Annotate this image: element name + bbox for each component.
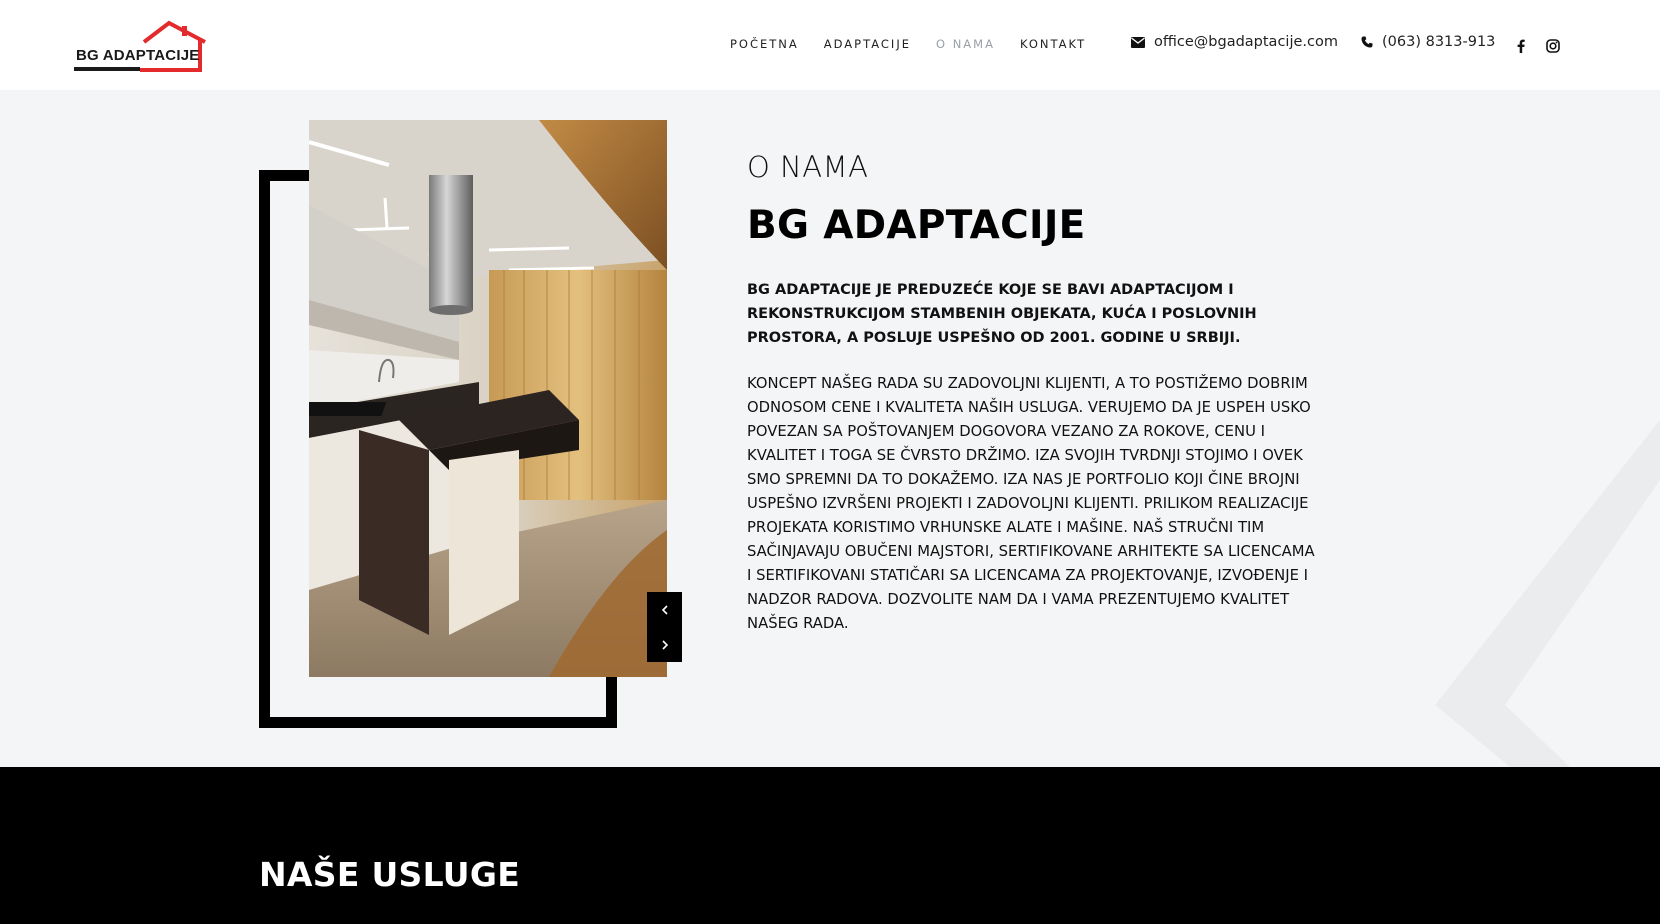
services-section: NAŠE USLUGE xyxy=(0,767,1660,924)
kitchen-photo xyxy=(309,120,667,677)
nav-item-o-nama[interactable]: O NAMA xyxy=(936,37,995,51)
envelope-icon xyxy=(1131,36,1145,48)
slider-next-button[interactable] xyxy=(647,627,682,662)
about-title: BG ADAPTACIJE xyxy=(747,203,1086,248)
nav-item-adaptacije[interactable]: ADAPTACIJE xyxy=(824,37,911,51)
email-link[interactable]: office@bgadaptacije.com xyxy=(1154,34,1338,50)
phone-contact[interactable]: (063) 8313-913 xyxy=(1361,34,1495,50)
instagram-icon[interactable] xyxy=(1546,38,1560,57)
about-body-text: KONCEPT NAŠEG RADA SU ZADOVOLJNI KLIJENT… xyxy=(747,375,1315,632)
nav-item-pocetna[interactable]: POČETNA xyxy=(730,37,799,51)
about-section: O NAMA BG ADAPTACIJE BG ADAPTACIJE JE PR… xyxy=(0,90,1660,767)
chevron-left-icon xyxy=(661,604,668,615)
main-nav: POČETNA ADAPTACIJE O NAMA KONTAKT xyxy=(730,37,1111,51)
about-subtitle: O NAMA xyxy=(747,150,869,184)
phone-number[interactable]: (063) 8313-913 xyxy=(1382,34,1495,50)
nav-item-kontakt[interactable]: KONTAKT xyxy=(1020,37,1086,51)
facebook-icon[interactable] xyxy=(1517,38,1525,57)
services-title: NAŠE USLUGE xyxy=(259,855,521,894)
chevron-right-icon xyxy=(661,639,668,650)
about-lead-text: BG ADAPTACIJE JE PREDUZEĆE KOJE SE BAVI … xyxy=(747,282,1257,346)
logo[interactable]: BG ADAPTACIJE xyxy=(74,20,220,74)
phone-icon xyxy=(1361,36,1373,48)
email-contact[interactable]: office@bgadaptacije.com xyxy=(1131,34,1338,50)
slider-prev-button[interactable] xyxy=(647,592,682,627)
logo-text: BG ADAPTACIJE xyxy=(76,47,200,64)
slider-controls xyxy=(647,592,682,662)
site-header: BG ADAPTACIJE POČETNA ADAPTACIJE O NAMA … xyxy=(0,0,1660,90)
decorative-chevron-shape xyxy=(1435,420,1660,767)
